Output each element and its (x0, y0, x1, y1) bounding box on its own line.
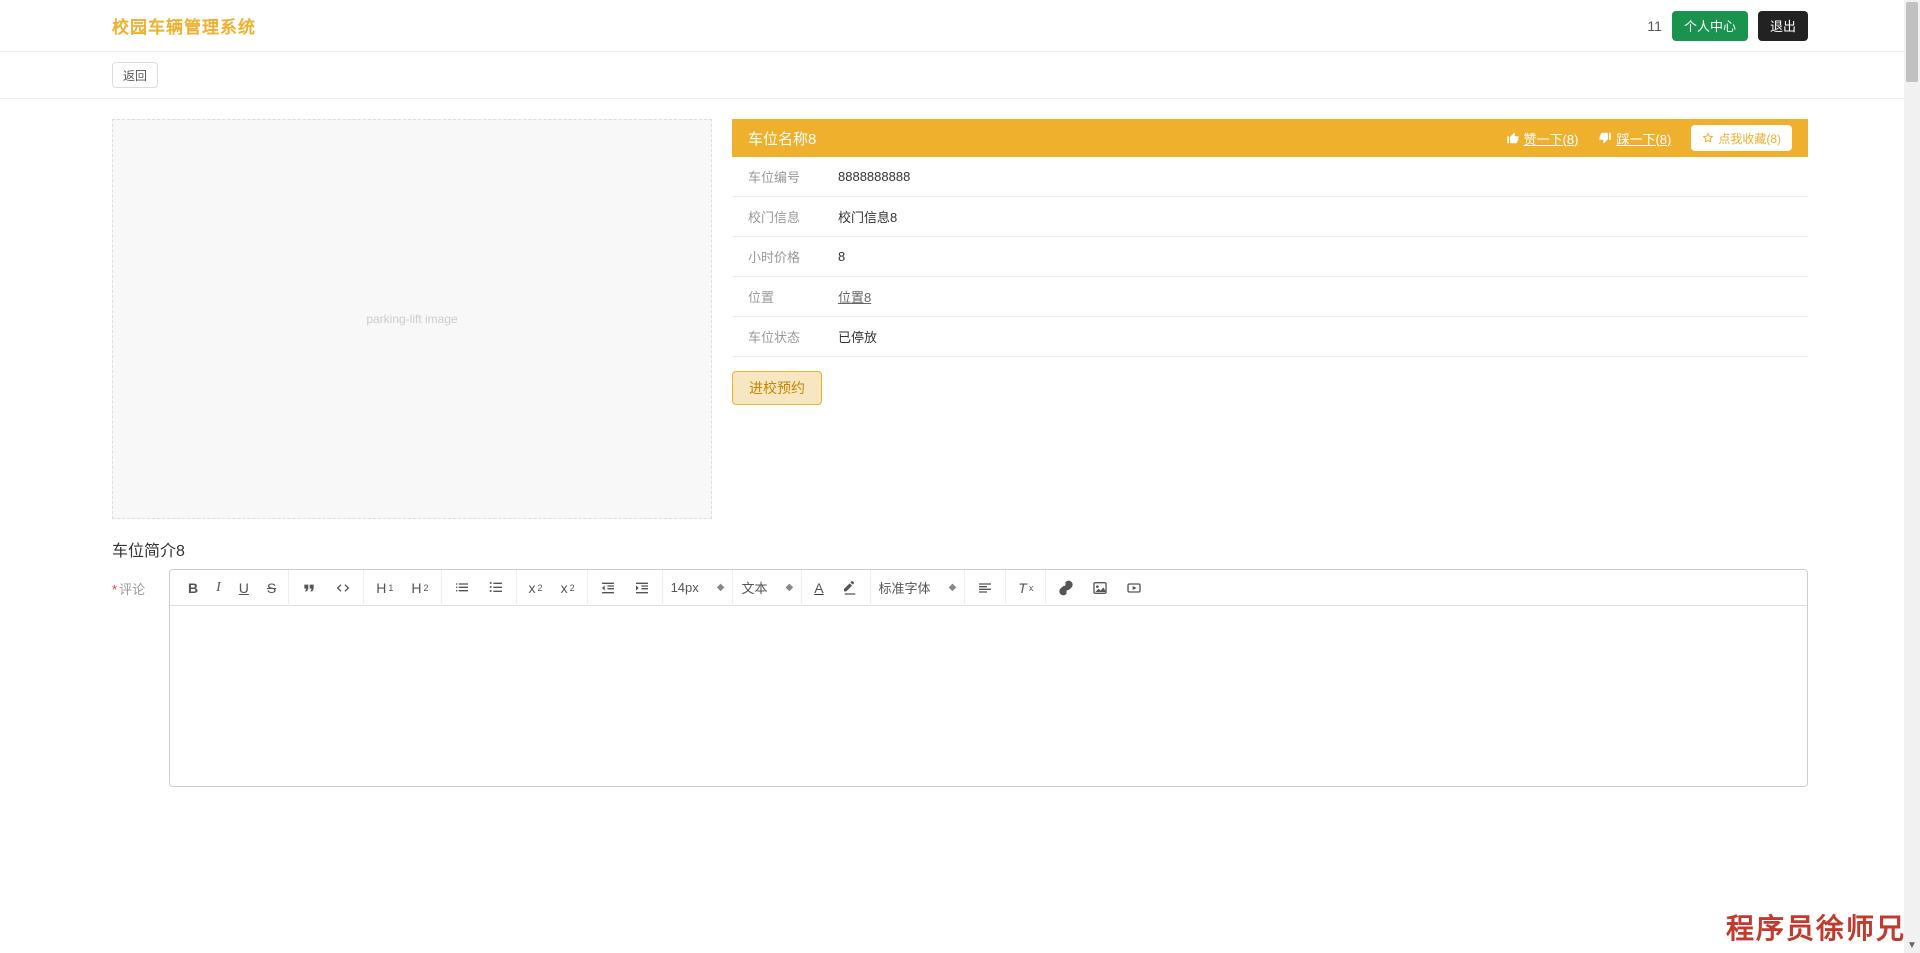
main-container: parking-lift image 车位名称8 赞一下(8) 踩一下(8) (0, 99, 1920, 827)
info-value: 8 (822, 237, 1808, 277)
like-link[interactable]: 赞一下(8) (1506, 129, 1579, 148)
link-button[interactable] (1054, 578, 1078, 598)
info-label: 位置 (732, 277, 822, 317)
thumbs-down-icon (1598, 131, 1612, 145)
info-row: 车位编号8888888888 (732, 157, 1808, 197)
comment-label: *评论 (112, 569, 157, 598)
subscript-button[interactable]: x2 (525, 578, 547, 598)
h1-button[interactable]: H1 (372, 578, 397, 598)
info-row: 位置 位置8 (732, 277, 1808, 317)
info-row: 小时价格8 (732, 237, 1808, 277)
info-value: 校门信息8 (822, 197, 1808, 237)
italic-button[interactable]: I (212, 578, 225, 598)
action-row: 进校预约 (732, 357, 1808, 419)
quote-button[interactable] (297, 578, 321, 598)
align-button[interactable] (973, 578, 997, 598)
code-button[interactable] (331, 578, 355, 598)
highlight-button[interactable] (838, 578, 862, 598)
comment-label-text: 评论 (119, 582, 145, 597)
subtitle: 车位简介8 (112, 519, 1808, 569)
info-row: 车位状态已停放 (732, 317, 1808, 357)
info-label: 校门信息 (732, 197, 822, 237)
header-right: 11 个人中心 退出 (1647, 11, 1808, 41)
info-label: 小时价格 (732, 237, 822, 277)
comment-section: *评论 B I U S H1 H2 (112, 569, 1808, 787)
header: 校园车辆管理系统 11 个人中心 退出 (0, 0, 1920, 52)
editor-textarea[interactable] (170, 606, 1807, 786)
ordered-list-button[interactable] (450, 578, 474, 598)
h2-button[interactable]: H2 (407, 578, 432, 598)
font-size-select[interactable]: 14px◆ (671, 580, 725, 595)
unordered-list-button[interactable] (484, 578, 508, 598)
paragraph-select[interactable]: 文本◆ (741, 578, 793, 597)
scrollbar[interactable]: ▲ ▼ (1904, 0, 1920, 953)
info-table: 车位编号8888888888校门信息校门信息8小时价格8位置 位置8 车位状态已停放 (732, 157, 1808, 357)
like-label: 赞一下(8) (1524, 129, 1579, 148)
watermark: 程序员徐师兄 (1726, 907, 1906, 947)
favorite-button[interactable]: 点我收藏(8) (1691, 125, 1792, 151)
brand-title: 校园车辆管理系统 (112, 13, 256, 38)
reserve-button[interactable]: 进校预约 (732, 371, 822, 405)
indent-button[interactable] (630, 578, 654, 598)
clear-format-button[interactable]: Tx (1014, 578, 1037, 598)
profile-button[interactable]: 个人中心 (1672, 11, 1748, 41)
dislike-link[interactable]: 踩一下(8) (1598, 129, 1671, 148)
back-button[interactable]: 返回 (112, 62, 158, 88)
title-bar: 车位名称8 赞一下(8) 踩一下(8) (732, 119, 1808, 157)
video-button[interactable] (1122, 578, 1146, 598)
editor-toolbar: B I U S H1 H2 x2 (170, 570, 1807, 606)
text-color-button[interactable]: A (810, 578, 827, 598)
info-label: 车位状态 (732, 317, 822, 357)
bold-button[interactable]: B (184, 578, 202, 598)
dislike-label: 踩一下(8) (1616, 129, 1671, 148)
info-value: 位置8 (822, 277, 1808, 317)
outdent-button[interactable] (596, 578, 620, 598)
info-value: 8888888888 (822, 157, 1808, 197)
info-value: 已停放 (822, 317, 1808, 357)
font-family-select[interactable]: 标准字体◆ (879, 578, 957, 597)
editor-box: B I U S H1 H2 x2 (169, 569, 1808, 787)
right-column: 车位名称8 赞一下(8) 踩一下(8) (732, 119, 1808, 519)
logout-button[interactable]: 退出 (1758, 11, 1808, 41)
info-row: 校门信息校门信息8 (732, 197, 1808, 237)
back-row: 返回 (0, 52, 1920, 99)
info-value-link[interactable]: 位置8 (838, 290, 871, 305)
superscript-button[interactable]: x2 (557, 578, 579, 598)
scroll-down-icon[interactable]: ▼ (1904, 937, 1920, 953)
strike-button[interactable]: S (263, 578, 280, 598)
left-column: parking-lift image (112, 119, 712, 519)
underline-button[interactable]: U (235, 578, 253, 598)
user-number: 11 (1647, 18, 1662, 34)
info-label: 车位编号 (732, 157, 822, 197)
image-button[interactable] (1088, 578, 1112, 598)
star-icon (1702, 132, 1714, 144)
favorite-label: 点我收藏(8) (1718, 130, 1781, 147)
scroll-thumb[interactable] (1906, 2, 1918, 82)
parking-title: 车位名称8 (748, 128, 816, 149)
parking-image: parking-lift image (112, 119, 712, 519)
thumbs-up-icon (1506, 131, 1520, 145)
top-row: parking-lift image 车位名称8 赞一下(8) 踩一下(8) (112, 119, 1808, 519)
